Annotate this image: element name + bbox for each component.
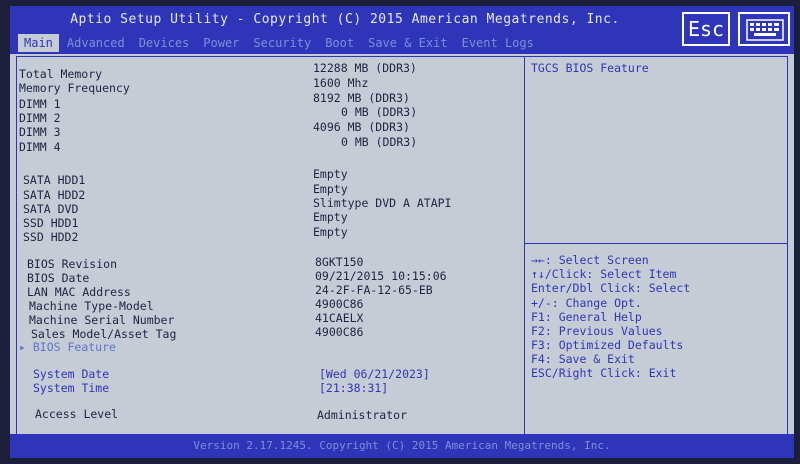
help-pane: TGCS BIOS Feature →←: Select Screen ↑↓/C… <box>525 57 787 443</box>
help-key-select-item: ↑↓/Click: Select Item <box>531 267 677 281</box>
machine-type-value: 4900C86 <box>315 297 364 311</box>
sales-model-label: Sales Model/Asset Tag <box>31 327 177 341</box>
tab-save-exit[interactable]: Save & Exit <box>362 34 453 52</box>
lan-mac-value: 24-2F-FA-12-65-EB <box>315 283 433 297</box>
bios-feature-item[interactable]: ▸ BIOS Feature <box>19 340 116 354</box>
tab-security[interactable]: Security <box>247 34 317 52</box>
sata-dvd-label: SATA DVD <box>23 202 79 216</box>
ssd-hdd1-value: Empty <box>313 210 348 224</box>
tab-power[interactable]: Power <box>197 34 245 52</box>
tab-event-logs[interactable]: Event Logs <box>456 34 540 52</box>
dimm3-value: 4096 MB (DDR3) <box>313 120 410 134</box>
access-level-value: Administrator <box>317 408 408 422</box>
lan-mac-label: LAN MAC Address <box>27 285 131 299</box>
dimm2-value: 0 MB (DDR3) <box>341 105 418 119</box>
system-date-label: System Date <box>33 367 110 381</box>
bios-screen: Aptio Setup Utility - Copyright (C) 2015… <box>10 6 794 458</box>
help-key-f4: F4: Save & Exit <box>531 352 635 366</box>
bios-revision-value: 8GKT150 <box>315 255 364 269</box>
help-key-enter: Enter/Dbl Click: Select <box>531 281 691 295</box>
sata-hdd1-value: Empty <box>313 167 348 181</box>
submenu-arrow-icon: ▸ <box>19 340 33 354</box>
sata-dvd-value: Slimtype DVD A ATAPI <box>313 196 452 210</box>
help-key-esc: ESC/Right Click: Exit <box>531 366 677 380</box>
help-key-f1: F1: General Help <box>531 310 642 324</box>
help-key-select-screen: →←: Select Screen <box>531 253 649 267</box>
bios-date-label: BIOS Date <box>27 271 90 285</box>
tab-devices[interactable]: Devices <box>133 34 196 52</box>
tab-boot[interactable]: Boot <box>319 34 360 52</box>
help-key-f3: F3: Optimized Defaults <box>531 338 684 352</box>
machine-serial-label: Machine Serial Number <box>29 313 175 327</box>
dimm1-value: 8192 MB (DDR3) <box>313 91 410 105</box>
content-frame: Total Memory 12288 MB (DDR3) Memory Freq… <box>16 56 788 444</box>
keyboard-button[interactable] <box>738 12 790 46</box>
help-key-f2: F2: Previous Values <box>531 324 663 338</box>
help-divider <box>525 243 787 244</box>
ssd-hdd2-value: Empty <box>313 225 348 239</box>
dimm1-label: DIMM 1 <box>19 97 61 111</box>
ssd-hdd2-label: SSD HDD2 <box>23 230 79 244</box>
memory-frequency-value: 1600 Mhz <box>313 76 369 90</box>
esc-button[interactable]: Esc <box>682 12 730 46</box>
sata-hdd2-value: Empty <box>313 182 348 196</box>
system-date-field[interactable]: [Wed 06/21/2023] <box>319 367 430 381</box>
footer-bar: Version 2.17.1245. Copyright (C) 2015 Am… <box>10 434 794 458</box>
dimm3-label: DIMM 3 <box>19 125 61 139</box>
sata-hdd1-label: SATA HDD1 <box>23 173 86 187</box>
access-level-label: Access Level <box>35 407 119 421</box>
title-bar: Aptio Setup Utility - Copyright (C) 2015… <box>10 6 794 54</box>
keyboard-icon <box>746 19 784 41</box>
sales-model-value: 4900C86 <box>315 325 364 339</box>
tab-main[interactable]: Main <box>18 34 59 52</box>
bios-feature-label: BIOS Feature <box>32 340 116 354</box>
machine-type-label: Machine Type-Model <box>29 299 154 313</box>
machine-serial-value: 41CAELX <box>315 311 364 325</box>
footer-version: Version 2.17.1245. Copyright (C) 2015 Am… <box>193 439 611 452</box>
tab-bar: Main Advanced Devices Power Security Boo… <box>18 34 542 52</box>
memory-frequency-label: Memory Frequency <box>19 81 130 95</box>
bios-revision-label: BIOS Revision <box>27 257 118 271</box>
system-time-field[interactable]: [21:38:31] <box>319 381 388 395</box>
help-key-change-opt: +/-: Change Opt. <box>531 296 642 310</box>
tab-advanced[interactable]: Advanced <box>61 34 131 52</box>
memory-total-label: Total Memory <box>19 67 103 81</box>
main-pane: Total Memory 12288 MB (DDR3) Memory Freq… <box>17 57 525 443</box>
ssd-hdd1-label: SSD HDD1 <box>23 216 79 230</box>
app-title: Aptio Setup Utility - Copyright (C) 2015… <box>70 12 620 27</box>
dimm4-value: 0 MB (DDR3) <box>341 135 418 149</box>
bios-date-value: 09/21/2015 10:15:06 <box>315 269 447 283</box>
memory-total-value: 12288 MB (DDR3) <box>313 61 417 75</box>
dimm2-label: DIMM 2 <box>19 111 61 125</box>
help-title: TGCS BIOS Feature <box>531 61 649 75</box>
dimm4-label: DIMM 4 <box>19 140 61 154</box>
system-time-label: System Time <box>33 381 110 395</box>
sata-hdd2-label: SATA HDD2 <box>23 188 86 202</box>
